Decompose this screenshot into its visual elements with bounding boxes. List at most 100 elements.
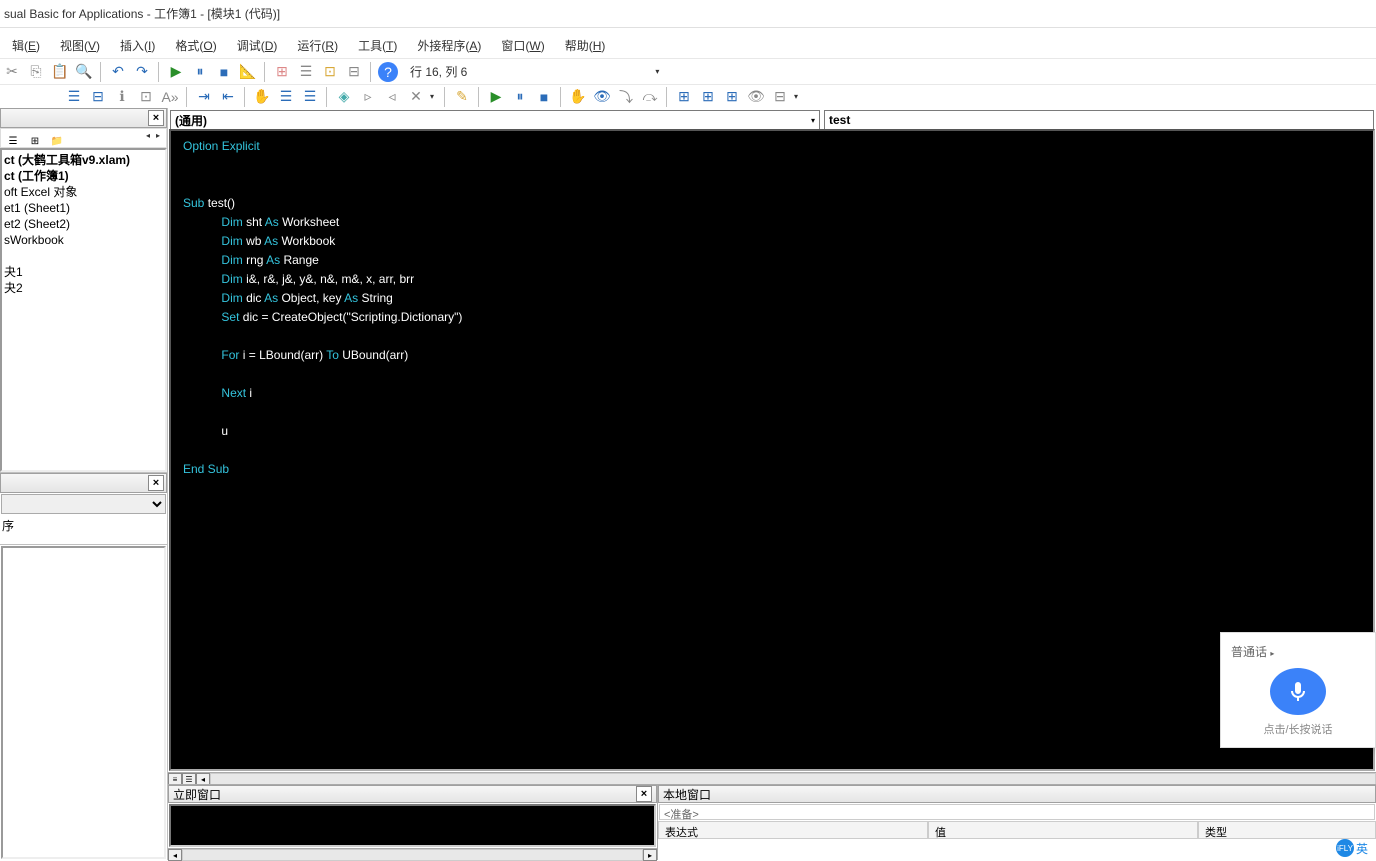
locals-icon[interactable]: ⊞	[674, 87, 694, 107]
help-icon[interactable]: ?	[378, 62, 398, 82]
find-icon[interactable]: 🔍	[74, 62, 94, 82]
locals-pane: 本地窗口 <准备> 表达式 值 类型	[658, 785, 1376, 860]
callstack-icon[interactable]: ⊟	[770, 87, 790, 107]
list-constants-icon[interactable]: ⊟	[88, 87, 108, 107]
toolbar2-overflow[interactable]: ▾	[430, 92, 438, 101]
module-node[interactable]: 夬2	[4, 280, 163, 296]
quickwatch-icon[interactable]: 👁	[746, 87, 766, 107]
watch-window-icon[interactable]: ⊞	[722, 87, 742, 107]
project-toolbar: ☰ ⊞ 📁 ◂ ▸	[0, 128, 167, 148]
copy-icon[interactable]: ⎘	[26, 62, 46, 82]
object-dropdown[interactable]: (通用) ▾	[170, 110, 820, 130]
microphone-icon[interactable]	[1270, 668, 1326, 715]
undo-icon[interactable]: ↶	[108, 62, 128, 82]
list-properties-icon[interactable]: ☰	[64, 87, 84, 107]
sheet-node[interactable]: et2 (Sheet2)	[4, 216, 163, 232]
stop-icon[interactable]: ■	[214, 62, 234, 82]
prev-bookmark-icon[interactable]: ◃	[382, 87, 402, 107]
menu-format[interactable]: 格式(O)	[165, 33, 226, 58]
project-node[interactable]: ct (大鹤工具箱v9.xlam)	[4, 152, 163, 168]
next-bookmark-icon[interactable]: ▹	[358, 87, 378, 107]
immediate-icon[interactable]: ⊞	[698, 87, 718, 107]
immediate-scrollbar[interactable]	[182, 849, 643, 861]
object-dropdown-value: (通用)	[175, 112, 207, 129]
app-title: sual Basic for Applications - 工作簿1 - [模块…	[4, 5, 280, 22]
immediate-close-icon[interactable]: ×	[636, 786, 652, 802]
watch-icon[interactable]: 👁	[592, 87, 612, 107]
separator	[560, 87, 562, 107]
toolbox-icon[interactable]: ⊟	[344, 62, 364, 82]
menu-window[interactable]: 窗口(W)	[491, 33, 554, 58]
project-close-icon[interactable]: ×	[148, 110, 164, 126]
bookmark-icon[interactable]: ◈	[334, 87, 354, 107]
proc-label: 序	[0, 515, 167, 536]
code-editor[interactable]: Option Explicit Sub test() Dim sht As Wo…	[169, 129, 1375, 771]
properties-close-icon[interactable]: ×	[148, 475, 164, 491]
menu-run[interactable]: 运行(R)	[287, 33, 348, 58]
project-scroll[interactable]: ▸	[156, 131, 164, 145]
menu-help[interactable]: 帮助(H)	[555, 33, 616, 58]
project-scroll[interactable]: ◂	[146, 131, 154, 145]
procedure-dropdown-value: test	[829, 113, 850, 127]
project-tree[interactable]: ct (大鹤工具箱v9.xlam) ct (工作簿1) oft Excel 对象…	[0, 148, 167, 472]
procedure-dropdown[interactable]: test	[824, 110, 1374, 130]
dropdown-arrow-icon: ▾	[811, 116, 815, 125]
parameter-info-icon[interactable]: ⊡	[136, 87, 156, 107]
immediate-pane: 立即窗口 × ◂ ▸	[168, 785, 658, 860]
sheet-node[interactable]: et1 (Sheet1)	[4, 200, 163, 216]
complete-word-icon[interactable]: A»	[160, 87, 180, 107]
pause-icon[interactable]: ⏸	[190, 62, 210, 82]
ime-language-label[interactable]: 普通话 ▸	[1231, 643, 1274, 660]
project-icon[interactable]: ⊞	[272, 62, 292, 82]
code-dropdowns: (通用) ▾ test	[168, 108, 1376, 128]
properties-icon[interactable]: ☰	[296, 62, 316, 82]
run-icon[interactable]: ▶	[166, 62, 186, 82]
menu-view[interactable]: 视图(V)	[50, 33, 110, 58]
run2-icon[interactable]: ▶	[486, 87, 506, 107]
clear-bookmarks-icon[interactable]: ✕	[406, 87, 426, 107]
project-node[interactable]: ct (工作簿1)	[4, 168, 163, 184]
menu-insert[interactable]: 插入(I)	[110, 33, 165, 58]
pause2-icon[interactable]: ⏸	[510, 87, 530, 107]
scroll-right-icon[interactable]: ▸	[643, 849, 657, 861]
object-browser-icon[interactable]: ⊡	[320, 62, 340, 82]
toolbar3-overflow[interactable]: ▾	[794, 92, 802, 101]
indent-icon[interactable]: ⇥	[194, 87, 214, 107]
redo-icon[interactable]: ↷	[132, 62, 152, 82]
menu-addins[interactable]: 外接程序(A)	[407, 33, 491, 58]
design-icon[interactable]: 📐	[238, 62, 258, 82]
ifly-icon[interactable]: iFLY	[1336, 839, 1354, 857]
properties-pane-header: ×	[0, 473, 167, 493]
paste-icon[interactable]: 📋	[50, 62, 70, 82]
menu-edit[interactable]: 辑(E)	[2, 33, 50, 58]
module-node[interactable]: 夬1	[4, 264, 163, 280]
bottom-panels: 立即窗口 × ◂ ▸ 本地窗口 <准备> 表达式 值 类型	[168, 784, 1376, 860]
comment-icon[interactable]: ☰	[276, 87, 296, 107]
quick-info-icon[interactable]: ℹ	[112, 87, 132, 107]
immediate-title-bar: 立即窗口 ×	[168, 785, 657, 803]
outdent-icon[interactable]: ⇤	[218, 87, 238, 107]
separator	[326, 87, 328, 107]
hand-icon[interactable]: ✋	[568, 87, 588, 107]
ime-mode-text[interactable]: 英	[1356, 840, 1368, 857]
breakpoint-icon[interactable]: ✋	[252, 87, 272, 107]
separator	[444, 87, 446, 107]
col-value[interactable]: 值	[928, 821, 1198, 839]
step-over-icon[interactable]: ⤼	[640, 87, 660, 107]
step-into-icon[interactable]: ⤵	[616, 87, 636, 107]
menu-tools[interactable]: 工具(T)	[348, 33, 407, 58]
uncomment-icon[interactable]: ☰	[300, 87, 320, 107]
menu-debug[interactable]: 调试(D)	[227, 33, 288, 58]
toolbar-overflow[interactable]: ▾	[655, 67, 663, 76]
debug-icon-1[interactable]: ✎	[452, 87, 472, 107]
folder-node[interactable]: oft Excel 对象	[4, 184, 163, 200]
workbook-node[interactable]: sWorkbook	[4, 232, 163, 248]
scroll-left-icon[interactable]: ◂	[168, 849, 182, 861]
cut-icon[interactable]: ✂	[2, 62, 22, 82]
immediate-input[interactable]	[169, 804, 656, 847]
properties-select[interactable]	[1, 494, 166, 514]
col-expression[interactable]: 表达式	[658, 821, 928, 839]
locals-title: 本地窗口	[663, 786, 711, 803]
stop2-icon[interactable]: ■	[534, 87, 554, 107]
ime-voice-panel[interactable]: 普通话 ▸ 点击/长按说话	[1220, 632, 1376, 748]
